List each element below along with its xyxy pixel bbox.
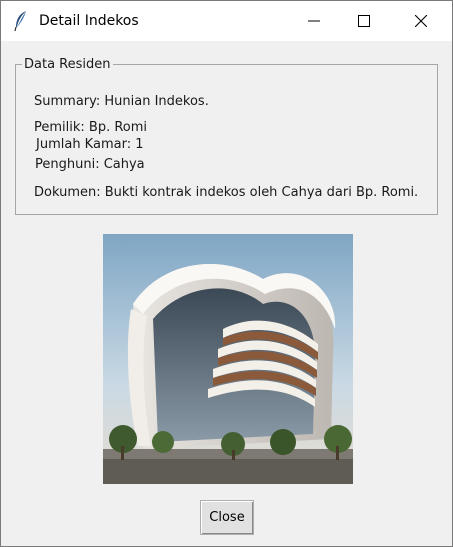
tenant-text: Penghuni: Cahya [35,157,145,172]
owner-text: Pemilik: Bp. Romi [34,120,148,135]
summary-text: Summary: Hunian Indekos. [34,94,209,109]
group-legend: Data Residen [22,57,113,72]
maximize-icon [358,15,370,27]
minimize-button[interactable] [291,1,337,41]
dialog-window: Detail Indekos Data Residen Summary: Hun… [0,0,453,547]
minimize-icon [308,20,320,22]
window-title: Detail Indekos [39,13,139,29]
close-button[interactable]: Close [200,500,254,535]
close-icon [415,15,427,27]
maximize-button[interactable] [341,1,387,41]
feather-icon [13,10,29,32]
room-count-text: Jumlah Kamar: 1 [36,137,144,152]
document-text: Dokumen: Bukti kontrak indekos oleh Cahy… [34,185,419,200]
close-window-button[interactable] [398,1,444,41]
building-image [103,234,353,484]
title-bar[interactable]: Detail Indekos [1,1,452,41]
